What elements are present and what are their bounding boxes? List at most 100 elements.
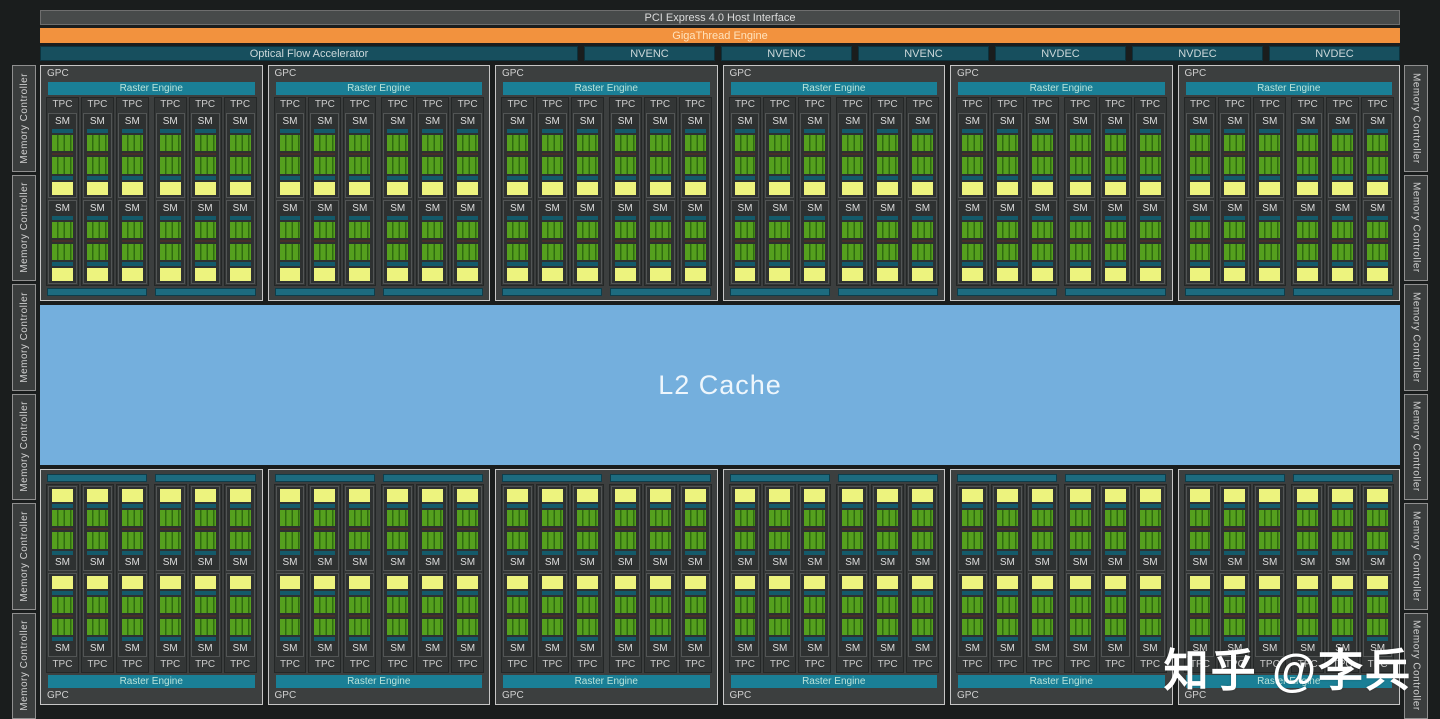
sm-core-divider [542, 528, 563, 530]
sm-scheduler-bar-teal [52, 216, 73, 220]
sm-core-divider [507, 240, 528, 242]
sm-unit-1: SM [191, 573, 220, 658]
sm-texture-bar-teal [349, 504, 370, 508]
sm-core-block-green [1105, 222, 1126, 238]
tpc-column-4: TPCSMSM [154, 484, 187, 673]
sm-scheduler-bar-teal [542, 637, 563, 641]
tpc-column-3: TPCSMSM [1026, 484, 1059, 673]
sm-unit-1: SM [1293, 113, 1322, 198]
sm-unit-2: SM [1136, 486, 1165, 571]
sm-unit-1: SM [118, 573, 147, 658]
sm-scheduler-bar-teal [1259, 637, 1280, 641]
sm-unit-2: SM [226, 486, 255, 571]
gpc-crossbars [1185, 288, 1394, 296]
sm-label: SM [1367, 557, 1388, 568]
sm-texture-bar-teal [87, 504, 108, 508]
sm-scheduler-bar-teal [912, 551, 933, 555]
sm-scheduler-bar-teal [615, 129, 636, 133]
gpc-block-10: GPCRaster EngineTPCSMSMTPCSMSMTPCSMSMTPC… [723, 469, 946, 705]
memory-controller-label: Memory Controller [19, 182, 30, 273]
sm-core-block-green [615, 597, 636, 613]
sm-core-block-green [542, 135, 563, 151]
sm-scheduler-bar-teal [457, 216, 478, 220]
sm-core-block-green [507, 510, 528, 526]
sm-core-block-green [87, 532, 108, 548]
sm-core-block-green [1070, 532, 1091, 548]
sm-core-divider [685, 153, 706, 155]
sm-scheduler-bar-teal [422, 216, 443, 220]
sm-core-block-green [769, 222, 790, 238]
sm-core-block-green [1140, 244, 1161, 260]
sm-texture-bar-teal [842, 262, 863, 266]
sm-core-block-green [1032, 222, 1053, 238]
sm-scheduler-bar-teal [1367, 129, 1388, 133]
sm-unit-2: SM [418, 200, 447, 285]
sm-core-block-green [735, 532, 756, 548]
sm-texture-bar-teal [769, 262, 790, 266]
sm-texture-bar-teal [542, 176, 563, 180]
sm-cache-block-yellow [842, 182, 863, 195]
sm-core-block-green [962, 222, 983, 238]
sm-core-divider [1332, 153, 1353, 155]
sm-core-divider [962, 240, 983, 242]
sm-core-block-green [457, 157, 478, 173]
tpc-column-3: TPCSMSM [343, 484, 376, 673]
sm-unit-1: SM [156, 113, 185, 198]
sm-label: SM [577, 116, 598, 127]
sm-core-block-green [314, 135, 335, 151]
tpc-row: TPCSMSMTPCSMSMTPCSMSMTPCSMSMTPCSMSMTPCSM… [729, 484, 940, 673]
memory-controller-column-right: Memory ControllerMemory ControllerMemory… [1404, 65, 1428, 719]
sm-texture-bar-teal [912, 176, 933, 180]
sm-scheduler-bar-teal [877, 129, 898, 133]
sm-texture-bar-teal [230, 591, 251, 595]
sm-label: SM [577, 643, 598, 654]
sm-cache-block-yellow [615, 489, 636, 502]
sm-core-divider [1259, 528, 1280, 530]
gpc-label: GPC [46, 68, 257, 80]
sm-core-divider [422, 240, 443, 242]
sm-label: SM [507, 116, 528, 127]
sm-cache-block-yellow [422, 489, 443, 502]
sm-texture-bar-teal [650, 504, 671, 508]
sm-core-block-green [962, 157, 983, 173]
sm-label: SM [422, 643, 443, 654]
sm-unit-2: SM [958, 200, 987, 285]
sm-label: SM [1140, 116, 1161, 127]
sm-scheduler-bar-teal [195, 216, 216, 220]
sm-unit-2: SM [383, 486, 412, 571]
sm-core-block-green [1332, 532, 1353, 548]
gpc-crossbar-teal [610, 288, 710, 296]
sm-scheduler-bar-teal [422, 129, 443, 133]
sm-unit-1: SM [1363, 113, 1392, 198]
sm-core-block-green [1190, 157, 1211, 173]
gpc-crossbars [502, 474, 711, 482]
sm-scheduler-bar-teal [1367, 551, 1388, 555]
gpc-crossbar-teal [1185, 288, 1285, 296]
sm-core-divider [507, 615, 528, 617]
sm-core-block-green [122, 222, 143, 238]
sm-label: SM [195, 203, 216, 214]
sm-texture-bar-teal [1224, 176, 1245, 180]
sm-scheduler-bar-teal [804, 216, 825, 220]
sm-label: SM [87, 643, 108, 654]
gpc-block-2: GPCRaster EngineTPCSMSMTPCSMSMTPCSMSMTPC… [268, 65, 491, 301]
sm-core-block-green [52, 532, 73, 548]
gpc-block-3: GPCRaster EngineTPCSMSMTPCSMSMTPCSMSMTPC… [495, 65, 718, 301]
sm-unit-1: SM [573, 113, 602, 198]
sm-unit-2: SM [731, 486, 760, 571]
sm-core-divider [457, 528, 478, 530]
sm-cache-block-yellow [735, 489, 756, 502]
sm-core-block-green [842, 244, 863, 260]
sm-scheduler-bar-teal [387, 551, 408, 555]
sm-unit-2: SM [993, 486, 1022, 571]
sm-cache-block-yellow [387, 576, 408, 589]
sm-core-divider [650, 240, 671, 242]
sm-label: SM [122, 116, 143, 127]
sm-unit-2: SM [453, 200, 482, 285]
gpc-label: GPC [956, 68, 1167, 80]
sm-core-block-green [1367, 510, 1388, 526]
sm-scheduler-bar-teal [1297, 129, 1318, 133]
sm-core-block-green [52, 510, 73, 526]
sm-core-block-green [577, 619, 598, 635]
sm-unit-2: SM [838, 200, 867, 285]
